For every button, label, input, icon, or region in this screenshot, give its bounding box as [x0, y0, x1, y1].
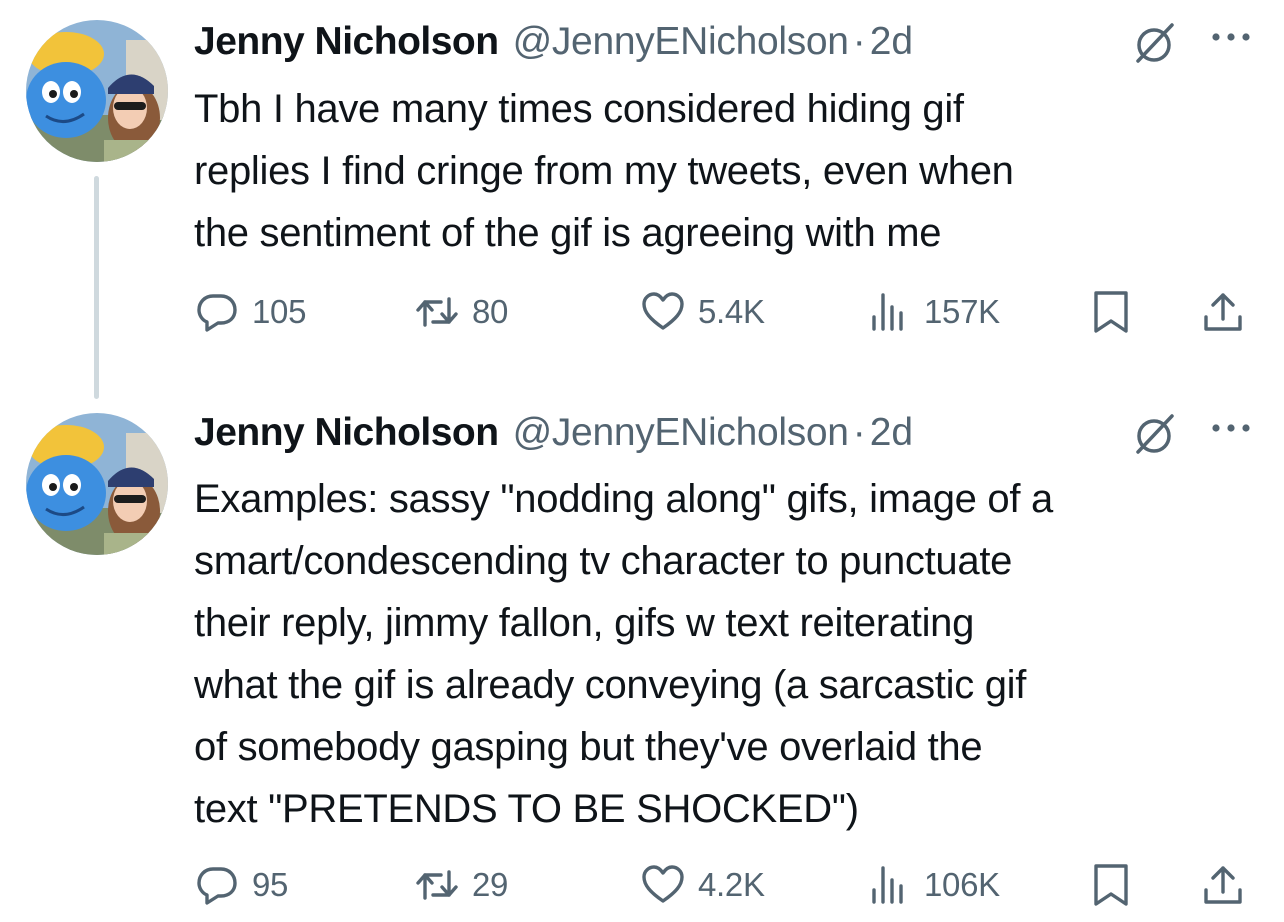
tweet[interactable]: Jenny Nicholson @JennyENicholson · 2d Ex… [0, 395, 1284, 922]
tweet-text-line: text "PRETENDS TO BE SHOCKED") [194, 787, 859, 831]
avatar[interactable] [26, 20, 168, 162]
tweet[interactable]: Jenny Nicholson @JennyENicholson · 2d Tb… [0, 0, 1284, 399]
separator-dot: · [852, 20, 866, 63]
views-button[interactable]: 106K [866, 860, 1000, 910]
tweet-text-line: Examples: sassy "nodding along" gifs, im… [194, 477, 1053, 521]
bookmark-icon [1094, 291, 1128, 333]
reply-button[interactable]: 95 [194, 860, 288, 910]
more-icon[interactable] [1206, 408, 1256, 448]
avatar[interactable] [26, 413, 168, 555]
retweet-icon [416, 297, 458, 327]
reply-count: 105 [252, 293, 307, 330]
tweet-text-line: of somebody gasping but they've overlaid… [194, 725, 983, 769]
reply-icon [197, 867, 237, 905]
more-icon[interactable] [1206, 17, 1256, 57]
like-button[interactable]: 4.2K [640, 860, 765, 910]
reply-button[interactable]: 105 [194, 287, 306, 337]
action-bar: 105 80 5.4K 157K [0, 287, 1284, 337]
tweet-timestamp[interactable]: 2d [870, 20, 913, 64]
heart-icon [642, 865, 684, 903]
retweet-button[interactable]: 80 [414, 287, 508, 337]
share-button[interactable] [1200, 860, 1246, 910]
share-icon [1204, 866, 1242, 904]
retweet-count: 80 [472, 293, 509, 330]
tweet-header: Jenny Nicholson @JennyENicholson · 2d [194, 408, 1254, 458]
author-name[interactable]: Jenny Nicholson [194, 411, 499, 455]
separator-dot: · [852, 411, 866, 454]
tweet-text-line: Tbh I have many times considered hiding … [194, 87, 964, 131]
view-count: 157K [924, 293, 1000, 330]
retweet-count: 29 [472, 866, 509, 903]
views-button[interactable]: 157K [866, 287, 1000, 337]
view-count: 106K [924, 866, 1000, 903]
views-icon [872, 293, 903, 331]
mute-icon[interactable] [1132, 21, 1176, 65]
bookmark-button[interactable] [1088, 860, 1134, 910]
retweet-icon [416, 870, 458, 900]
tweet-text-line: the sentiment of the gif is agreeing wit… [194, 211, 942, 255]
views-icon [872, 866, 903, 904]
like-button[interactable]: 5.4K [640, 287, 765, 337]
tweet-text-line: what the gif is already conveying (a sar… [194, 663, 1027, 707]
like-count: 5.4K [698, 293, 765, 330]
heart-icon [642, 292, 684, 330]
tweet-text-line: replies I find cringe from my tweets, ev… [194, 149, 1014, 193]
bookmark-icon [1094, 864, 1128, 906]
share-button[interactable] [1200, 287, 1246, 337]
action-bar: 95 29 4.2K 106K [0, 860, 1284, 910]
mute-icon[interactable] [1132, 412, 1176, 456]
tweet-text: Examples: sassy "nodding along" gifs, im… [194, 468, 1254, 840]
share-icon [1204, 293, 1242, 331]
like-count: 4.2K [698, 866, 765, 903]
author-handle[interactable]: @JennyENicholson [513, 20, 849, 64]
reply-count: 95 [252, 866, 289, 903]
tweet-text-line: their reply, jimmy fallon, gifs w text r… [194, 601, 975, 645]
reply-icon [197, 294, 237, 332]
tweet-text-line: smart/condescending tv character to punc… [194, 539, 1013, 583]
author-name[interactable]: Jenny Nicholson [194, 20, 499, 64]
author-handle[interactable]: @JennyENicholson [513, 411, 849, 455]
retweet-button[interactable]: 29 [414, 860, 508, 910]
bookmark-button[interactable] [1088, 287, 1134, 337]
tweet-timestamp[interactable]: 2d [870, 411, 913, 455]
tweet-header: Jenny Nicholson @JennyENicholson · 2d [194, 17, 1254, 67]
tweet-text: Tbh I have many times considered hiding … [194, 78, 1254, 264]
